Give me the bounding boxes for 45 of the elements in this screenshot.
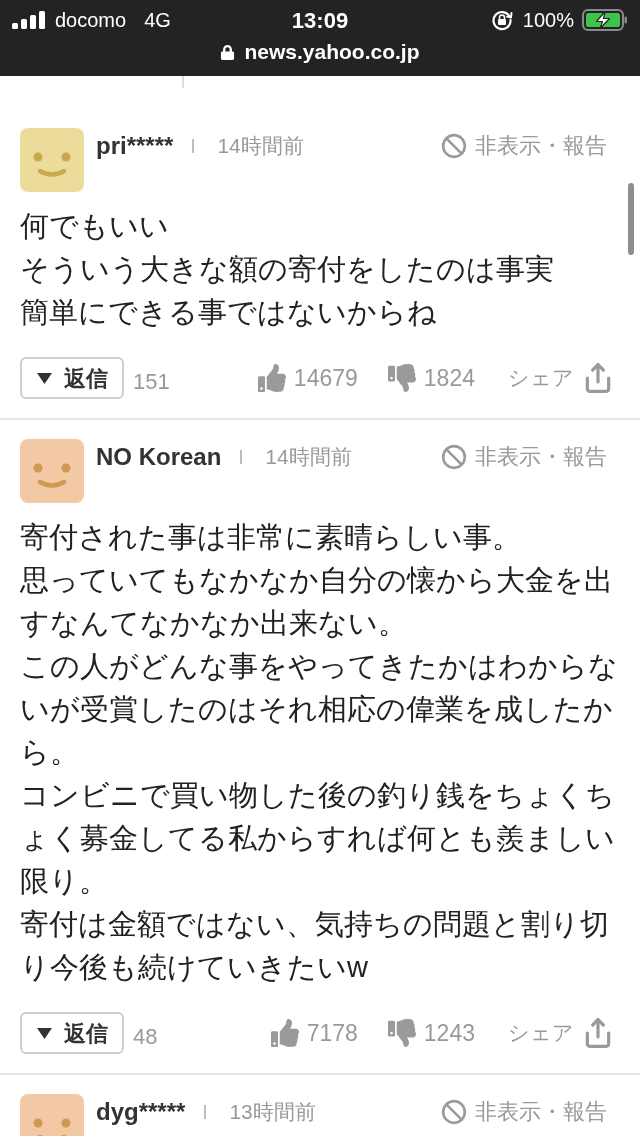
comment-paragraph: そういう大きな額の寄付をしたのは事実	[20, 252, 555, 287]
share-button[interactable]: シェア	[508, 362, 614, 394]
post-time: 13時間前	[229, 1099, 316, 1125]
like-button[interactable]: 14679	[257, 360, 358, 396]
reply-toggle-button[interactable]: 返信	[20, 1012, 124, 1054]
hide-report-button[interactable]: 非表示・報告	[441, 443, 607, 471]
thumbs-down-icon	[387, 1019, 416, 1047]
comment-paragraph: 何でもいい	[20, 209, 170, 244]
hide-report-button[interactable]: 非表示・報告	[441, 132, 607, 160]
user-name[interactable]: NO Korean	[96, 443, 222, 471]
user-name[interactable]: pri*****	[96, 132, 174, 160]
battery-percentage: 100%	[522, 8, 574, 33]
hide-report-button[interactable]: 非表示・報告	[441, 1098, 607, 1126]
dislike-button[interactable]: 1243	[387, 1015, 475, 1051]
comment-paragraph: 寄付は金額ではない、気持ちの問題と割り切り今後も続けていきたいw	[20, 907, 610, 985]
thumbs-down-icon	[387, 364, 416, 392]
share-button[interactable]: シェア	[508, 1017, 614, 1049]
scrollbar-thumb	[628, 183, 634, 255]
address-bar[interactable]: news.yahoo.co.jp	[220, 36, 420, 68]
dislike-button[interactable]: 1824	[387, 360, 475, 396]
reply-toggle-button[interactable]: 返信	[20, 357, 124, 399]
post-time: 14時間前	[265, 444, 352, 470]
network-type: 4G	[144, 8, 171, 33]
signal-bars-icon	[12, 11, 46, 29]
caret-down-icon	[36, 1027, 52, 1039]
comment-paragraph: 寄付された事は非常に素晴らしい事。	[20, 520, 522, 555]
caret-down-icon	[36, 372, 52, 384]
comment-paragraph: 簡単にできる事ではないからね	[20, 295, 438, 330]
user-name[interactable]: dyg*****	[96, 1098, 186, 1126]
post-time: 14時間前	[217, 133, 304, 159]
ban-icon	[441, 444, 467, 470]
rotation-lock-icon	[490, 9, 513, 31]
reply-count: 151	[133, 367, 170, 396]
comment-paragraph: コンビニで買い物した後の釣り銭をちょくちょく募金してる私からすれば何とも羨ましい限り。	[20, 778, 616, 899]
like-button[interactable]: 7178	[270, 1015, 358, 1051]
ban-icon	[441, 1099, 467, 1125]
lock-icon	[220, 44, 236, 60]
thumbs-up-icon	[270, 1019, 299, 1047]
thumbs-up-icon	[257, 364, 286, 392]
reply-count: 48	[133, 1022, 158, 1051]
comment-paragraph: この人がどんな事をやってきたかはわからないが受賞したのはそれ相応の偉業を成したから。	[20, 649, 619, 770]
clock-time: 13:09	[291, 6, 349, 35]
carrier-name: docomo	[55, 8, 127, 33]
comment-paragraph: 思っていてもなかなか自分の懐から大金を出すなんてなかなか出来ない。	[20, 563, 614, 641]
ban-icon	[441, 133, 467, 159]
